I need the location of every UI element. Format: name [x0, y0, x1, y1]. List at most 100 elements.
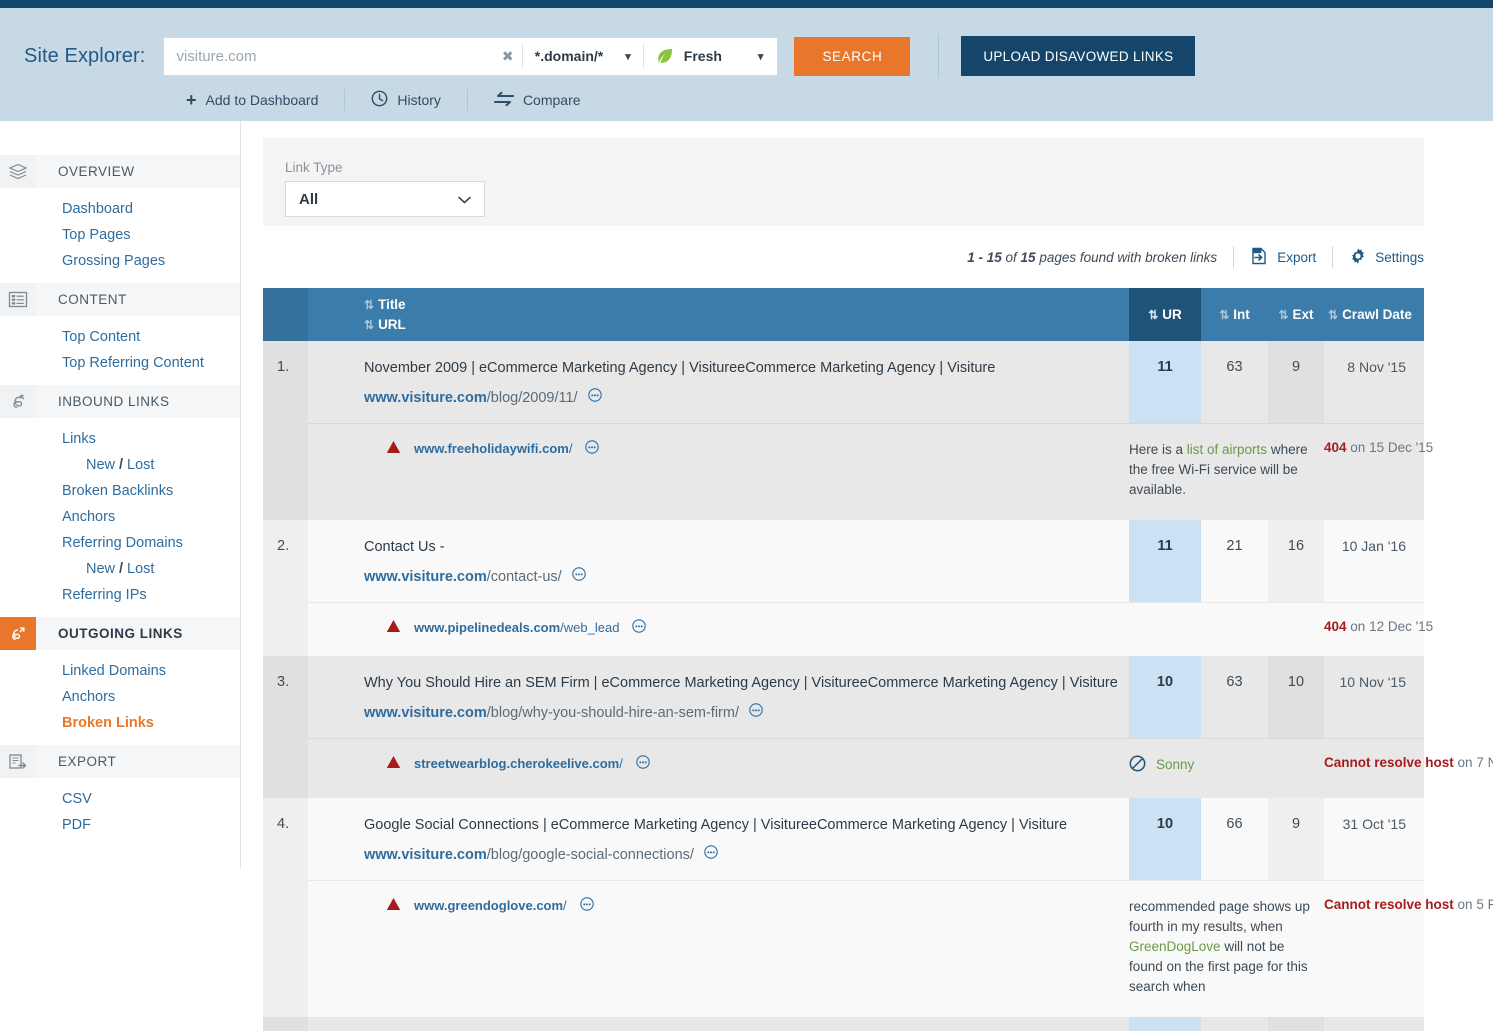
row-ext: 9: [1268, 798, 1324, 881]
row-ext: 16: [1268, 520, 1324, 603]
table-row[interactable]: 3. Why You Should Hire an SEM Firm | eCo…: [263, 656, 1424, 739]
no-entry-icon: [1129, 755, 1146, 778]
more-options-icon[interactable]: [704, 847, 718, 863]
broken-link-cell: www.pipelinedeals.com/web_lead: [308, 603, 1129, 657]
search-bar: ✖ *.domain/* ▾ Fresh ▾: [163, 37, 778, 76]
column-header-ur[interactable]: ⇅UR: [1129, 288, 1201, 341]
layers-icon: [0, 155, 36, 188]
slash-separator: /: [115, 457, 127, 473]
broken-link-cell: www.greendoglove.com/: [308, 881, 1129, 1018]
leaf-icon: [656, 48, 674, 64]
sidebar-item-new[interactable]: New: [86, 457, 115, 473]
row-title-url-cell: Google Social Connections | eCommerce Ma…: [308, 798, 1129, 881]
sidebar-item-lost[interactable]: Lost: [127, 457, 154, 473]
table-row[interactable]: 4. Google Social Connections | eCommerce…: [263, 798, 1424, 881]
row-int: 63: [1201, 341, 1268, 424]
sidebar-item-top-pages[interactable]: Top Pages: [0, 222, 240, 248]
row-int: [1201, 1017, 1268, 1031]
sidebar-group-content[interactable]: CONTENT: [0, 283, 240, 316]
more-options-icon[interactable]: [588, 390, 602, 406]
sort-updown-icon[interactable]: ⇅: [1148, 308, 1157, 322]
more-options-icon[interactable]: [585, 440, 599, 457]
history-label: History: [397, 92, 441, 108]
sidebar-item-top-referring-content[interactable]: Top Referring Content: [0, 350, 240, 376]
sort-updown-icon[interactable]: ⇅: [364, 318, 373, 332]
sidebar-group-export[interactable]: EXPORT: [0, 745, 240, 778]
sort-updown-icon[interactable]: ⇅: [1328, 308, 1337, 322]
more-options-icon[interactable]: [580, 897, 594, 914]
broken-link-url[interactable]: www.greendoglove.com/: [414, 898, 567, 913]
anchor-text-link[interactable]: Sonny: [1156, 757, 1194, 772]
history-button[interactable]: History: [345, 90, 467, 110]
sidebar-item-referring-ips[interactable]: Referring IPs: [0, 582, 240, 608]
sidebar-item-linked-domains[interactable]: Linked Domains: [0, 658, 240, 684]
sidebar-item-broken-links[interactable]: Broken Links: [0, 710, 240, 736]
search-input[interactable]: [164, 38, 493, 75]
column-header-crawl-date[interactable]: ⇅Crawl Date: [1324, 288, 1424, 341]
sidebar-item-referring-domains[interactable]: Referring Domains: [0, 530, 240, 556]
warning-triangle-icon: [386, 897, 401, 914]
sidebar-item-top-content[interactable]: Top Content: [0, 324, 240, 350]
table-row[interactable]: 2. Contact Us - www.visiture.com/contact…: [263, 520, 1424, 603]
column-header-title-url[interactable]: ⇅Title ⇅URL: [308, 288, 1129, 341]
more-options-icon[interactable]: [749, 705, 763, 721]
sidebar-item-csv[interactable]: CSV: [0, 786, 240, 812]
sidebar-item-grossing-pages[interactable]: Grossing Pages: [0, 248, 240, 274]
sidebar-group-inbound-links[interactable]: INBOUND LINKS: [0, 385, 240, 418]
sidebar-group-overview[interactable]: OVERVIEW: [0, 155, 240, 188]
sidebar-group-outgoing-links[interactable]: OUTGOING LINKS: [0, 617, 240, 650]
anchor-text-link[interactable]: list of airports: [1187, 442, 1267, 457]
row-url[interactable]: www.visiture.com/contact-us/: [364, 567, 1119, 585]
sort-updown-icon[interactable]: ⇅: [1219, 308, 1228, 322]
sort-updown-icon[interactable]: ⇅: [1278, 308, 1287, 322]
sidebar-item-links-new-lost[interactable]: New/Lost: [0, 452, 240, 478]
sidebar-item-lost[interactable]: Lost: [127, 561, 154, 577]
broken-link-path: /web_lead: [560, 620, 619, 635]
add-to-dashboard-button[interactable]: + Add to Dashboard: [160, 91, 344, 109]
sidebar-item-referring-domains-new-lost[interactable]: New/Lost: [0, 556, 240, 582]
row-url[interactable]: www.visiture.com/blog/2009/11/: [364, 388, 1119, 406]
plus-icon: +: [186, 91, 197, 109]
table-row[interactable]: 1. November 2009 | eCommerce Marketing A…: [263, 341, 1424, 424]
column-header-ext[interactable]: ⇅ Ext: [1268, 288, 1324, 341]
more-options-icon[interactable]: [636, 755, 650, 772]
broken-link-url[interactable]: streetwearblog.cherokeelive.com/: [414, 756, 623, 771]
row-index-spacer: [263, 881, 308, 1018]
more-options-icon[interactable]: [572, 569, 586, 585]
table-row[interactable]: [263, 1017, 1424, 1031]
column-label-ext: Ext: [1293, 307, 1314, 322]
sidebar-item-new[interactable]: New: [86, 561, 115, 577]
sidebar-group-label: EXPORT: [36, 745, 240, 778]
sidebar-item-anchors-outgoing[interactable]: Anchors: [0, 684, 240, 710]
row-url[interactable]: www.visiture.com/blog/why-you-should-hir…: [364, 703, 1119, 721]
link-type-select[interactable]: All: [285, 181, 485, 217]
sidebar-item-anchors-inbound[interactable]: Anchors: [0, 504, 240, 530]
scope-select[interactable]: *.domain/* ▾: [523, 38, 643, 75]
header-actions: + Add to Dashboard History Compare: [160, 89, 1493, 111]
export-button[interactable]: Export: [1250, 247, 1316, 268]
anchor-text-link[interactable]: GreenDogLove: [1129, 939, 1221, 954]
column-header-int[interactable]: ⇅Int: [1201, 288, 1268, 341]
upload-disavowed-links-button[interactable]: UPLOAD DISAVOWED LINKS: [961, 36, 1195, 76]
close-x-icon[interactable]: ✖: [494, 48, 522, 65]
freshness-select[interactable]: Fresh ▾: [644, 38, 778, 75]
sidebar-item-pdf[interactable]: PDF: [0, 812, 240, 838]
sort-updown-icon[interactable]: ⇅: [364, 298, 373, 312]
search-button[interactable]: SEARCH: [794, 37, 910, 76]
broken-link-url[interactable]: www.freeholidaywifi.com/: [414, 441, 572, 456]
row-ur: 11: [1129, 341, 1201, 424]
results-suffix: pages found with broken links: [1039, 250, 1217, 265]
settings-button[interactable]: Settings: [1349, 247, 1424, 268]
divider: [938, 34, 939, 78]
results-of: of: [1005, 250, 1016, 265]
broken-link-url[interactable]: www.pipelinedeals.com/web_lead: [414, 620, 619, 635]
row-url[interactable]: www.visiture.com/blog/google-social-conn…: [364, 845, 1119, 863]
broken-link-path: /: [619, 756, 623, 771]
compare-button[interactable]: Compare: [468, 91, 607, 110]
more-options-icon[interactable]: [632, 619, 646, 636]
sidebar-item-links[interactable]: Links: [0, 426, 240, 452]
anchor-context-cell: Here is a list of airports where the fre…: [1129, 424, 1324, 521]
broken-link-domain: www.pipelinedeals.com: [414, 620, 560, 635]
sidebar-item-dashboard[interactable]: Dashboard: [0, 196, 240, 222]
sidebar-item-broken-backlinks[interactable]: Broken Backlinks: [0, 478, 240, 504]
